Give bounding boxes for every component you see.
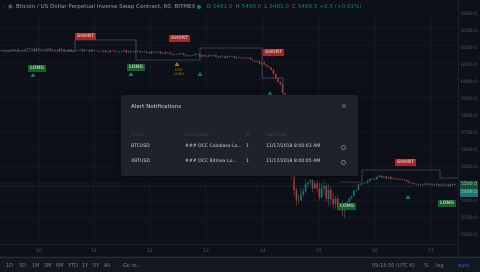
alert-last-fired: 11/17/2018 8:00:03 AM: [266, 144, 321, 149]
alert-settings-icon[interactable]: [341, 145, 346, 150]
timeframe-1m[interactable]: 1M: [32, 263, 40, 269]
log-toggle[interactable]: log: [436, 263, 444, 269]
timeframe-1d[interactable]: 1D: [6, 263, 13, 269]
alert-count: 1: [246, 144, 249, 149]
trading-chart-app: ‹ ◉ Bitcoin / US Dollar Perpetual Inverse …: [0, 0, 480, 272]
timeframe-all[interactable]: All: [104, 263, 110, 269]
alert-last-fired: 11/17/2018 8:00:05 AM: [266, 159, 321, 164]
alert-settings-icon[interactable]: [341, 160, 346, 165]
col-header-description[interactable]: Description: [185, 132, 209, 137]
close-icon[interactable]: ×: [341, 102, 347, 110]
timeframe-3m[interactable]: 3M: [44, 263, 52, 269]
col-header-count[interactable]: #: [246, 132, 250, 137]
timeframe-5d[interactable]: 5D: [19, 263, 26, 269]
timeframe-ytd[interactable]: YTD: [68, 263, 78, 269]
col-header-last-fired[interactable]: Last Fired: [266, 132, 286, 137]
bottom-toolbar: 1D 5D 1M 3M 6M YTD 1Y 5Y All Go to... 09…: [0, 257, 480, 272]
timeframe-5y[interactable]: 5Y: [93, 263, 99, 269]
dialog-title: Alert Notifications: [131, 104, 182, 110]
col-header-symbol[interactable]: Ticker: [131, 132, 143, 137]
alert-notifications-dialog: Alert Notifications × Ticker Description…: [121, 95, 358, 176]
alert-description[interactable]: ### OCC Bitmex Lo...: [185, 159, 237, 164]
percent-toggle[interactable]: %: [424, 263, 429, 269]
goto-button[interactable]: Go to...: [123, 263, 141, 269]
timeframe-6m[interactable]: 6M: [56, 263, 64, 269]
alert-symbol[interactable]: XBTUSD: [131, 159, 150, 164]
timeframe-1y[interactable]: 1Y: [82, 263, 88, 269]
clock[interactable]: 09:18:50 (UTC-6): [372, 263, 415, 269]
auto-toggle[interactable]: auto: [458, 263, 469, 269]
alert-symbol[interactable]: BTCUSD: [131, 144, 150, 149]
alert-description[interactable]: ### OCC Coinbase Lo...: [185, 144, 242, 149]
alert-count: 1: [246, 159, 249, 164]
